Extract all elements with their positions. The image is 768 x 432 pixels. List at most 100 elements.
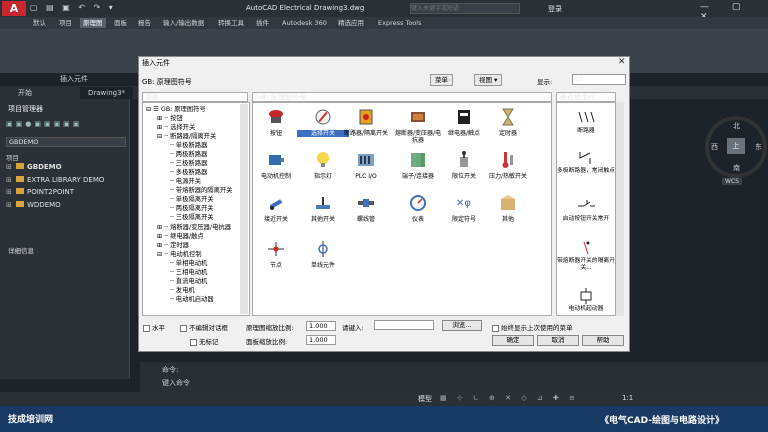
recent-item[interactable]: 启动按钮开关常开: [556, 198, 616, 223]
tree-node[interactable]: ┄ 发电机: [170, 285, 195, 294]
tab-reports[interactable]: 报告: [135, 18, 154, 28]
folder-icon: [16, 201, 24, 207]
wcs-menu[interactable]: WCS: [722, 178, 742, 185]
cancel-button[interactable]: 取消: [537, 335, 579, 346]
menu-view-button[interactable]: 菜单: [430, 74, 453, 86]
model-space-button[interactable]: 模型: [418, 394, 432, 404]
recent-item[interactable]: 带熔断器开关的隔离开关...: [556, 240, 616, 272]
icon-cell-timer[interactable]: 定时器: [482, 108, 534, 137]
icon-cell-breaker[interactable]: 断路器/隔离开关: [340, 108, 392, 137]
recent-item[interactable]: 多极断路器，常闭触点: [556, 150, 616, 175]
tree-node[interactable]: ┄ 电源开关: [170, 176, 201, 185]
project-item[interactable]: ⊞ EXTRA LIBRARY DEMO: [6, 176, 104, 184]
tab-drawing3[interactable]: Drawing3*: [80, 87, 134, 99]
ok-button[interactable]: 确定: [492, 335, 534, 346]
recent-scrollbar[interactable]: [616, 102, 624, 316]
tree-node[interactable]: ⊟ ┄ 电动机控制: [157, 249, 202, 258]
icon-cell-motor-control[interactable]: 电动机控制: [250, 151, 302, 180]
project-item[interactable]: ⊞ POINT2POINT: [6, 188, 74, 196]
tree-node[interactable]: ⊟ ┄ 断路器/隔离开关: [157, 131, 216, 140]
quick-access-toolbar[interactable]: ▢ ▤ ▣ ↶ ↷ ▾: [30, 3, 116, 12]
icon-cell-fuse-transformer[interactable]: 熔断器/变压器/电抗器: [392, 108, 444, 144]
panel-scale-input[interactable]: 1.000: [306, 335, 336, 345]
type-input[interactable]: [374, 320, 434, 330]
tree-node[interactable]: ┄ 单相电动机: [170, 258, 207, 267]
tab-autodesk360[interactable]: Autodesk 360: [279, 18, 330, 28]
recent-item[interactable]: 电动机起动器: [556, 288, 616, 313]
app-menu-button[interactable]: A: [2, 1, 26, 16]
compass-west[interactable]: 西: [711, 142, 718, 152]
symbol-scale-input[interactable]: 1.000: [306, 321, 336, 331]
signin-button[interactable]: 登录: [548, 4, 562, 14]
icon-cell-one-line[interactable]: 单线元件: [297, 240, 349, 269]
tree-node[interactable]: ┄ 两极断路器: [170, 149, 207, 158]
icon-cell-node[interactable]: 节点: [250, 240, 302, 269]
project-item[interactable]: ⊞ GBDEMO: [6, 163, 62, 171]
tree-node[interactable]: ┄ 三相电动机: [170, 267, 207, 276]
tree-scrollbar[interactable]: [240, 104, 248, 314]
tree-node[interactable]: ┄ 两极隔离开关: [170, 203, 214, 212]
tree-node[interactable]: ⊞ ┄ 按钮: [157, 113, 183, 122]
tab-panel[interactable]: 面板: [111, 18, 130, 28]
tree-node[interactable]: ⊞ ┄ 熔断器/变压器/电抗器: [157, 222, 231, 231]
proximity-switch-icon: [269, 199, 283, 210]
tab-express-tools[interactable]: Express Tools: [375, 18, 424, 28]
tree-node[interactable]: ⊞ ┄ 定时器: [157, 240, 189, 249]
project-item[interactable]: ⊞ WDDEMO: [6, 201, 61, 209]
display-count-input[interactable]: 10: [572, 74, 626, 85]
icon-cell-proximity[interactable]: 接近开关: [250, 194, 302, 223]
recent-item[interactable]: 断路器: [556, 110, 616, 135]
icon-cell-terminal[interactable]: 端子/连接器: [392, 151, 444, 180]
compass-east[interactable]: 东: [755, 142, 762, 152]
icon-cell-miscellaneous[interactable]: 其他: [482, 194, 534, 223]
tree-node[interactable]: ┄ 多极断路器: [170, 167, 207, 176]
tree-node[interactable]: ┄ 单极隔离开关: [170, 194, 214, 203]
tree-node[interactable]: ┄ 带熔断器的隔离开关: [170, 185, 232, 194]
always-show-last-menu-checkbox[interactable]: 始终显示上次使用的菜单: [492, 322, 573, 332]
solenoid-icon: [358, 199, 374, 207]
tree-node[interactable]: ⊟ ☰ GB: 原理图符号: [146, 104, 206, 113]
tree-node[interactable]: ┄ 三极断路器: [170, 158, 207, 167]
annotation-scale[interactable]: 1:1: [622, 394, 633, 402]
compass-north[interactable]: 北: [733, 121, 740, 131]
tab-plugins[interactable]: 插件: [253, 18, 272, 28]
no-tag-checkbox[interactable]: 无标记: [190, 336, 219, 346]
tab-project[interactable]: 项目: [56, 18, 75, 28]
close-icon[interactable]: ✕: [618, 57, 626, 67]
icon-cell-plc-io[interactable]: PLC I/O: [340, 151, 392, 180]
icon-view-dropdown[interactable]: 视图 ▾: [474, 74, 503, 86]
lightbulb-icon: [317, 152, 329, 167]
relay-icon: [458, 110, 470, 124]
tab-default[interactable]: 默认: [30, 18, 49, 28]
icon-cell-pushbutton[interactable]: 按钮: [250, 108, 302, 137]
command-window: [140, 362, 768, 392]
tree-node[interactable]: ┄ 三极隔离开关: [170, 212, 214, 221]
tree-node[interactable]: ⊞ ┄ 选择开关: [157, 122, 195, 131]
tab-schematic[interactable]: 原理图: [80, 18, 106, 28]
transformer-icon: [411, 112, 425, 122]
icon-cell-solenoid[interactable]: 螺线管: [340, 194, 392, 223]
tree-node[interactable]: ┄ 电动机启动器: [170, 294, 214, 303]
project-select[interactable]: GBDEMO: [6, 137, 126, 147]
horizontal-checkbox[interactable]: 水平: [143, 322, 165, 332]
help-button[interactable]: 帮助: [582, 335, 624, 346]
icon-cell-pressure-temp[interactable]: 压力/热敏开关: [482, 151, 534, 180]
no-edit-dialog-checkbox[interactable]: 不编辑对话框: [180, 322, 228, 332]
icon-cell-meter[interactable]: 仪表: [392, 194, 444, 223]
tab-import-export[interactable]: 输入/输出数据: [160, 18, 207, 28]
browse-button[interactable]: 浏览...: [442, 320, 482, 331]
folder-icon: [16, 163, 24, 169]
ribbon-panel-label[interactable]: 插入元件: [60, 74, 88, 84]
tab-start[interactable]: 开始: [10, 87, 40, 99]
search-input[interactable]: [410, 3, 520, 14]
viewcube[interactable]: 上: [727, 138, 745, 154]
tab-featured-apps[interactable]: 精选应用: [335, 18, 367, 28]
command-input[interactable]: 键入命令: [162, 378, 190, 388]
status-toggles[interactable]: ▦ ⊹ ∟ ⊕ ✕ ◇ ⊿ ✚ ≡: [440, 394, 579, 402]
tree-node[interactable]: ┄ 直流电动机: [170, 276, 207, 285]
tab-conversion[interactable]: 转换工具: [215, 18, 247, 28]
tree-node[interactable]: ⊞ ┄ 继电器/触点: [157, 231, 204, 240]
project-toolbar[interactable]: ▣▣●▣▣▣▣▣: [6, 120, 126, 130]
tree-node[interactable]: ┄ 单极断路器: [170, 140, 207, 149]
compass-south[interactable]: 南: [733, 163, 740, 173]
